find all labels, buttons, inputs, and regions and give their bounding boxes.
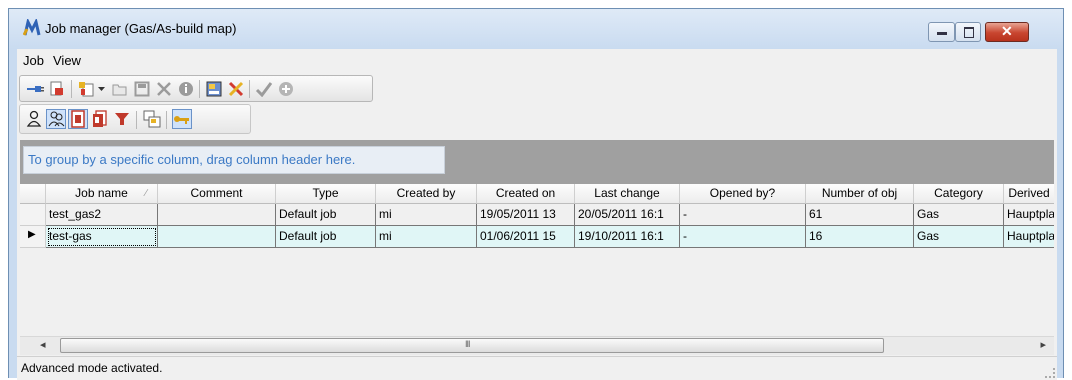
row-selector[interactable]: ▶ [20, 226, 46, 248]
cell-number-of-obj[interactable]: 16 [806, 226, 914, 248]
scroll-right-arrow-icon[interactable]: ▸ [1040, 338, 1046, 351]
cell-opened-by[interactable]: - [680, 226, 806, 248]
cell-opened-by[interactable]: - [680, 204, 806, 226]
red-documents-icon[interactable] [90, 109, 110, 129]
view-toolbar [19, 104, 251, 134]
cell-last-change[interactable]: 19/10/2011 16:1 [575, 226, 680, 248]
column-header-created-by[interactable]: Created by [376, 184, 477, 204]
advanced-key-icon[interactable] [172, 109, 192, 129]
cell-job-name[interactable]: test-gas [46, 226, 158, 248]
minimize-icon [937, 32, 947, 35]
cell-type[interactable]: Default job [276, 204, 376, 226]
cell-derived[interactable]: Hauptpla [1004, 204, 1054, 226]
users-group-icon[interactable] [46, 109, 66, 129]
jobs-grid: Job name ∕ Comment Type Created by Creat… [20, 184, 1054, 334]
status-bar: Advanced mode activated. [17, 356, 1057, 380]
open-folder-icon[interactable] [110, 79, 130, 99]
cell-created-on[interactable]: 19/05/2011 13 [477, 204, 575, 226]
job-manager-window: Job manager (Gas/As-build map) ✕ Job Vie… [8, 8, 1064, 380]
toolbar-separator [71, 80, 72, 98]
properties-icon[interactable] [204, 79, 224, 99]
sort-indicator-icon: ∕ [145, 188, 147, 199]
toolbar-separator [199, 80, 200, 98]
copy-windows-icon[interactable] [142, 109, 162, 129]
user-icon[interactable] [24, 109, 44, 129]
table-row[interactable]: test_gas2 Default job mi 19/05/2011 13 2… [20, 204, 1054, 226]
column-header-job-name[interactable]: Job name ∕ [46, 184, 158, 204]
cell-job-name[interactable]: test_gas2 [46, 204, 158, 226]
cell-created-on[interactable]: 01/06/2011 15 [477, 226, 575, 248]
new-job-icon[interactable] [76, 79, 96, 99]
close-icon: ✕ [1001, 23, 1013, 39]
status-text: Advanced mode activated. [21, 361, 163, 375]
maximize-icon [964, 27, 974, 38]
cell-created-by[interactable]: mi [376, 226, 477, 248]
table-row-selected[interactable]: ▶ test-gas Default job mi 01/06/2011 15 … [20, 226, 1054, 248]
menu-job[interactable]: Job [23, 53, 44, 68]
client-area: Job View To group by a specific column, … [17, 49, 1057, 380]
window-title: Job manager (Gas/As-build map) [45, 21, 237, 36]
cell-number-of-obj[interactable]: 61 [806, 204, 914, 226]
cell-type[interactable]: Default job [276, 226, 376, 248]
maximize-button[interactable] [955, 22, 981, 42]
menu-view[interactable]: View [53, 53, 81, 68]
column-header-label: Job name [75, 186, 128, 200]
delete-x-icon[interactable] [154, 79, 174, 99]
column-header-type[interactable]: Type [276, 184, 376, 204]
row-selector[interactable] [20, 204, 46, 226]
title-bar[interactable]: Job manager (Gas/As-build map) ✕ [9, 9, 1063, 49]
group-by-panel[interactable]: To group by a specific column, drag colu… [20, 140, 1054, 184]
cell-comment[interactable] [158, 204, 276, 226]
check-icon[interactable] [254, 79, 274, 99]
app-logo-icon [23, 19, 41, 36]
resize-grip-icon[interactable] [1045, 368, 1055, 378]
scrollbar-thumb[interactable]: III [60, 338, 884, 353]
toolbar-separator [166, 111, 167, 129]
info-icon[interactable] [176, 79, 196, 99]
tools-icon[interactable] [226, 79, 246, 99]
column-header-derived[interactable]: Derived [1004, 184, 1054, 204]
column-header-last-change[interactable]: Last change [575, 184, 680, 204]
current-row-arrow-icon: ▶ [28, 229, 36, 240]
filter-funnel-icon[interactable] [112, 109, 132, 129]
menu-bar: Job View [17, 49, 1057, 71]
scroll-left-arrow-icon[interactable]: ◂ [40, 338, 46, 351]
column-header-number-of-obj[interactable]: Number of obj [806, 184, 914, 204]
column-header-category[interactable]: Category [914, 184, 1004, 204]
close-button[interactable]: ✕ [985, 22, 1029, 42]
column-header-created-on[interactable]: Created on [477, 184, 575, 204]
disconnect-icon[interactable] [47, 79, 67, 99]
dropdown-arrow-icon[interactable] [96, 79, 106, 99]
cell-created-by[interactable]: mi [376, 204, 477, 226]
minimize-button[interactable] [928, 22, 955, 42]
cell-comment[interactable] [158, 226, 276, 248]
cell-category[interactable]: Gas [914, 226, 1004, 248]
cell-derived[interactable]: Hauptpla [1004, 226, 1054, 248]
cell-category[interactable]: Gas [914, 204, 1004, 226]
toolbar-separator [249, 80, 250, 98]
red-document-icon[interactable] [68, 109, 88, 129]
add-plus-icon[interactable] [276, 79, 296, 99]
horizontal-scrollbar[interactable]: ◂ III ▸ [20, 336, 1054, 355]
column-header-opened-by[interactable]: Opened by? [680, 184, 806, 204]
scroll-grip-icon: III [465, 339, 470, 349]
group-by-hint: To group by a specific column, drag colu… [23, 146, 445, 174]
toolbar-separator [136, 111, 137, 129]
cell-last-change[interactable]: 20/05/2011 16:1 [575, 204, 680, 226]
save-disk-icon[interactable] [132, 79, 152, 99]
main-toolbar [19, 75, 373, 102]
row-selector-header [20, 184, 46, 204]
connect-plug-icon[interactable] [25, 79, 45, 99]
column-header-comment[interactable]: Comment [158, 184, 276, 204]
